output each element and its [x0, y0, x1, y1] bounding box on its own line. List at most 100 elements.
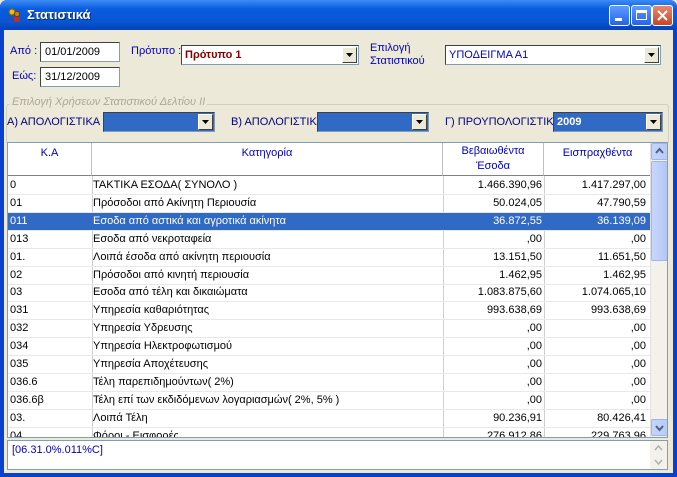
- cell-collected: 1.462,95: [603, 268, 646, 281]
- cell-category: Τέλη επί των εκδιδόμενων λογαριασμών( 2%…: [93, 393, 340, 406]
- c-dropdown-button[interactable]: [646, 114, 661, 130]
- chevron-down-icon: [654, 459, 663, 466]
- cell-collected: 1.417.297,00: [581, 179, 646, 191]
- table-row[interactable]: 036.6β Τέλη επί των εκδιδόμενων λογαριασμ…: [8, 392, 652, 410]
- cell-category: Εσοδα από νεκροταφεία: [93, 232, 212, 245]
- filter-memo[interactable]: [06.31.0%.011%C]: [7, 440, 668, 470]
- cell-confirmed: ,00: [526, 340, 542, 353]
- cell-ka: 031: [10, 304, 29, 317]
- scroll-up-button[interactable]: [651, 143, 667, 160]
- choice-label-line1: Επιλογή: [370, 42, 411, 54]
- cell-collected: 993.638,69: [590, 304, 646, 317]
- header-confirmed-line2: Έσοδα: [475, 160, 510, 172]
- table-row[interactable]: 036.6 Τέλη παρεπιδημούντων( 2%) ,00 ,00: [8, 374, 652, 392]
- a-label: Α) ΑΠΟΛΟΓΙΣΤΙΚΑ: [7, 116, 101, 128]
- cell-confirmed: ,00: [526, 358, 542, 370]
- table-row[interactable]: 03. Λοιπά Τέλη 90.236,91 80.426,41: [8, 410, 652, 428]
- close-button[interactable]: [652, 5, 673, 26]
- close-icon: [657, 10, 668, 21]
- cell-category: Φόροι - Εισφορές: [93, 429, 179, 438]
- cell-confirmed: 90.236,91: [493, 411, 542, 424]
- table-row[interactable]: 032 Υπηρεσία Υδρευσης ,00 ,00: [8, 320, 652, 339]
- header-collected[interactable]: Εισπραχθέντα: [544, 143, 652, 176]
- cell-ka: 011: [10, 214, 28, 227]
- to-label: Εώς:: [12, 70, 37, 82]
- cell-category: Πρόσοδοι από Ακίνητη Περιουσία: [93, 196, 257, 209]
- b-select[interactable]: [317, 112, 429, 132]
- table-row[interactable]: 035 Υπηρεσία Αποχέτευσης ,00 ,00: [8, 356, 652, 374]
- app-people-icon: [8, 8, 20, 22]
- minimize-button[interactable]: [609, 5, 630, 26]
- from-date-input[interactable]: 01/01/2009: [40, 42, 120, 62]
- table-row[interactable]: 031 Υπηρεσία καθαριότητας 993.638,69 993.63…: [8, 302, 652, 321]
- cell-category: Πρόσοδοι από κινητή περιουσία: [93, 268, 250, 281]
- a-dropdown-button[interactable]: [198, 114, 213, 130]
- cell-collected: 80.426,41: [597, 411, 646, 424]
- a-select[interactable]: [103, 112, 215, 132]
- c-select[interactable]: 2009: [553, 112, 663, 132]
- cell-category: ΤΑΚΤΙΚΑ ΕΣΟΔΑ( ΣΥΝΟΛΟ ): [93, 179, 238, 191]
- cell-ka: 013: [10, 232, 29, 245]
- cell-category: Υπηρεσία Υδρευσης: [93, 322, 193, 335]
- cell-collected: 36.139,09: [597, 214, 646, 227]
- template-dropdown-button[interactable]: [342, 47, 357, 63]
- table-row[interactable]: 02 Πρόσοδοι από κινητή περιουσία 1.462,95 1…: [8, 267, 652, 285]
- chevron-down-icon: [655, 425, 664, 432]
- header-category[interactable]: Κατηγορία: [92, 143, 443, 176]
- to-date-input[interactable]: 31/12/2009: [40, 67, 120, 87]
- cell-confirmed: 50.024,05: [493, 196, 542, 209]
- statistics-table: Κ.Α Κατηγορία Βεβαιωθέντα Έσοδα Εισπραχθ…: [7, 142, 668, 438]
- statistic-dropdown-button[interactable]: [644, 47, 659, 63]
- cell-collected: ,00: [630, 322, 646, 335]
- table-row[interactable]: 011 Εσοδα από αστικά και αγροτικά ακίνητα…: [8, 212, 652, 231]
- cell-category: Εσοδα από αστικά και αγροτικά ακίνητα: [93, 214, 286, 227]
- table-row[interactable]: 01 Πρόσοδοι από Ακίνητη Περιουσία 50.024,0…: [8, 195, 652, 213]
- cell-confirmed: ,00: [526, 322, 542, 335]
- cell-collected: 229.763,96: [590, 429, 646, 438]
- cell-category: Υπηρεσία καθαριότητας: [93, 304, 210, 317]
- cell-ka: 036.6β: [10, 393, 44, 406]
- cell-collected: ,00: [630, 358, 646, 370]
- scroll-thumb[interactable]: [651, 161, 667, 261]
- scroll-down-button[interactable]: [651, 419, 667, 436]
- cell-confirmed: 36.872,55: [493, 214, 542, 227]
- cell-ka: 03: [10, 286, 23, 299]
- template-value: Πρότυπο 1: [185, 49, 242, 61]
- choice-label-line2: Στατιστικού: [370, 55, 425, 67]
- table-row[interactable]: 034 Υπηρεσία Ηλεκτροφωτισμού ,00 ,00: [8, 338, 652, 357]
- memo-scrollbar[interactable]: [650, 441, 667, 469]
- template-select[interactable]: Πρότυπο 1: [181, 45, 359, 65]
- table-row[interactable]: 013 Εσοδα από νεκροταφεία ,00 ,00: [8, 231, 652, 249]
- minimize-icon: [615, 18, 622, 21]
- table-row[interactable]: 0 ΤΑΚΤΙΚΑ ΕΣΟΔΑ( ΣΥΝΟΛΟ ) 1.466.390,96 1.41…: [8, 177, 652, 195]
- table-row[interactable]: 04 Φόροι - Εισφορές 276.912,86 229.763,96: [8, 428, 652, 438]
- client-area: Από : 01/01/2009 Εώς: 31/12/2009 Πρότυπο…: [4, 30, 673, 473]
- table-row[interactable]: 01. Λοιπά έσοδα από ακίνητη περιουσία 13.1…: [8, 249, 652, 267]
- statistic-choice-select[interactable]: ΥΠΟΔΕΙΓΜΑ Α1: [445, 45, 661, 65]
- header-confirmed-line1: Βεβαιωθέντα: [461, 145, 525, 157]
- header-collected-label: Εισπραχθέντα: [562, 147, 633, 159]
- chevron-up-icon: [655, 147, 664, 154]
- table-row[interactable]: 03 Εσοδα από τέλη και δικαιώματα 1.083.875…: [8, 284, 652, 303]
- window-title: Στατιστικά: [27, 7, 91, 22]
- c-label: Γ) ΠΡΟΥΠΟΛΟΓΙΣΤΙΚΑ: [445, 116, 561, 128]
- b-dropdown-button[interactable]: [412, 114, 427, 130]
- chevron-down-icon: [650, 120, 657, 124]
- table-vertical-scrollbar[interactable]: [650, 143, 667, 437]
- header-ka[interactable]: Κ.Α: [8, 143, 92, 176]
- statistic-choice-value: ΥΠΟΔΕΙΓΜΑ Α1: [449, 49, 529, 61]
- header-confirmed[interactable]: Βεβαιωθέντα Έσοδα: [443, 143, 544, 176]
- cell-category: Τέλη παρεπιδημούντων( 2%): [93, 375, 234, 388]
- chevron-down-icon: [416, 120, 423, 124]
- cell-confirmed: ,00: [526, 375, 542, 388]
- cell-confirmed: 1.466.390,96: [477, 179, 542, 191]
- chevron-up-icon: [654, 444, 663, 451]
- maximize-button[interactable]: [631, 5, 652, 26]
- cell-collected: 1.074.065,10: [581, 286, 646, 299]
- cell-category: Υπηρεσία Αποχέτευσης: [93, 358, 208, 370]
- cell-category: Λοιπά Τέλη: [93, 411, 148, 424]
- cell-ka: 01: [10, 196, 23, 209]
- title-bar[interactable]: Στατιστικά: [0, 0, 677, 30]
- cell-category: Υπηρεσία Ηλεκτροφωτισμού: [93, 340, 233, 353]
- cell-ka: 03.: [10, 411, 26, 424]
